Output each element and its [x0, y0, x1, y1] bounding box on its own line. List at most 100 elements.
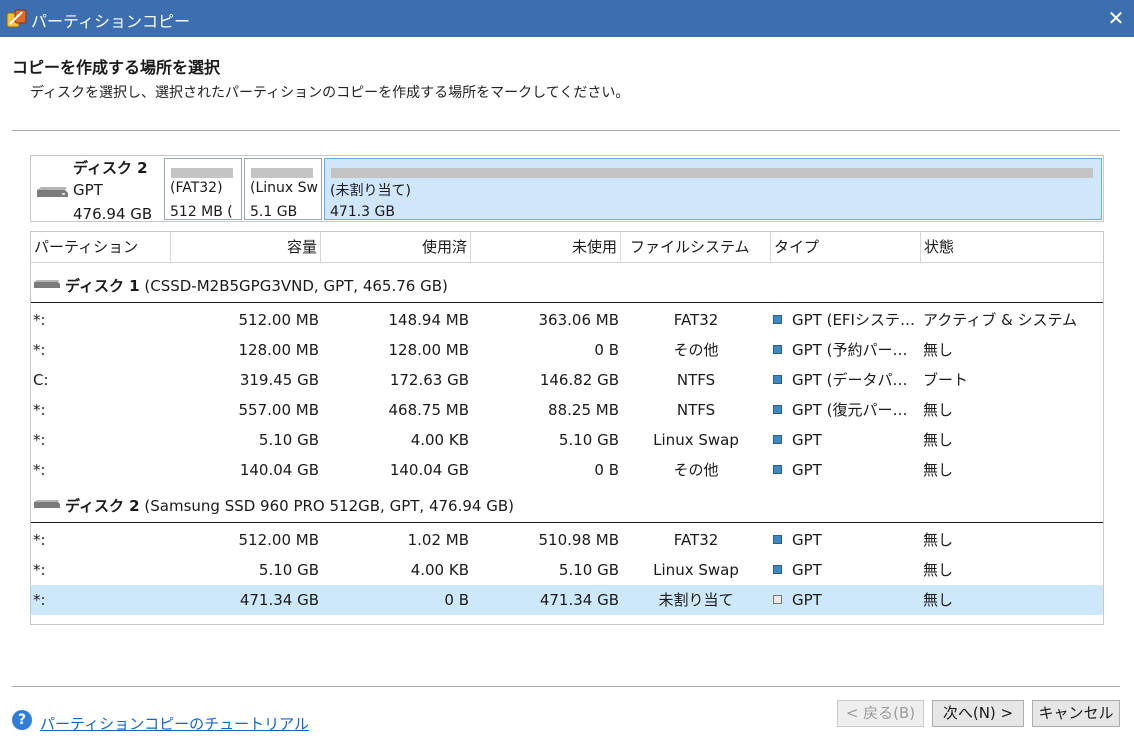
partition-color-icon: [773, 405, 782, 414]
cell-filesystem: NTFS: [676, 401, 716, 419]
column-header-type[interactable]: タイプ: [771, 232, 921, 263]
cell-unused: 363.06 MB: [538, 311, 620, 329]
partition-color-icon: [773, 435, 782, 444]
cell-type: GPT: [773, 455, 919, 485]
cell-used: 4.00 KB: [410, 431, 469, 449]
cell-type-text: GPT (データパ…: [792, 371, 908, 389]
cell-status: 無し: [923, 341, 954, 359]
partition-color-icon: [773, 315, 782, 324]
column-header-status[interactable]: 状態: [921, 232, 1103, 263]
page-title: コピーを作成する場所を選択: [12, 58, 221, 77]
cell-partition: *:: [33, 461, 46, 479]
cell-type: GPT: [773, 525, 919, 555]
partition-block-linux-swap[interactable]: (Linux Sw 5.1 GB: [244, 158, 322, 220]
cell-type: GPT: [773, 555, 919, 585]
table-row[interactable]: *: 512.00 MB 1.02 MB 510.98 MB FAT32 GPT…: [31, 525, 1103, 555]
cell-partition: *:: [33, 311, 46, 329]
table-row[interactable]: *: 5.10 GB 4.00 KB 5.10 GB Linux Swap GP…: [31, 555, 1103, 585]
disk-map-size: 476.94 GB: [73, 205, 153, 223]
table-row[interactable]: *: 128.00 MB 128.00 MB 0 B その他 GPT (予約パー…: [31, 335, 1103, 365]
hard-disk-icon: [37, 187, 68, 197]
cell-status: ブート: [923, 371, 969, 389]
cell-unused: 5.10 GB: [558, 431, 619, 449]
next-button[interactable]: 次へ(N) >: [932, 700, 1024, 727]
partition-color-icon: [773, 345, 782, 354]
page-instructions: ディスクを選択し、選択されたパーティションのコピーを作成する場所をマークしてくだ…: [30, 85, 630, 101]
help-icon[interactable]: ?: [12, 710, 32, 730]
table-row[interactable]: *: 557.00 MB 468.75 MB 88.25 MB NTFS GPT…: [31, 395, 1103, 425]
column-header-unused[interactable]: 未使用: [471, 232, 621, 263]
divider: [31, 522, 1103, 523]
cell-filesystem: FAT32: [673, 531, 719, 549]
cell-status: 無し: [923, 401, 954, 419]
cell-type-text: GPT (予約パー…: [792, 341, 908, 359]
cell-capacity: 140.04 GB: [239, 461, 319, 479]
disk-group-detail: (CSSD-M2B5GPG3VND, GPT, 465.76 GB): [139, 277, 448, 295]
cell-filesystem: Linux Swap: [653, 561, 739, 579]
cell-capacity: 471.34 GB: [239, 591, 319, 609]
column-header-capacity[interactable]: 容量: [171, 232, 321, 263]
partition-block-fat32[interactable]: (FAT32) 512 MB (: [164, 158, 242, 220]
cell-status: 無し: [923, 591, 954, 609]
cell-used: 140.04 GB: [389, 461, 469, 479]
cancel-button[interactable]: キャンセル: [1032, 700, 1120, 727]
app-logo-icon: [6, 9, 27, 28]
cell-unused: 0 B: [594, 341, 619, 359]
table-row[interactable]: *: 512.00 MB 148.94 MB 363.06 MB FAT32 G…: [31, 305, 1103, 335]
disk-map-type: GPT: [73, 181, 103, 199]
back-button[interactable]: < 戻る(B): [837, 700, 924, 727]
cell-capacity: 5.10 GB: [258, 431, 319, 449]
usage-bar: [251, 168, 313, 178]
disk-group-name: ディスク 2: [65, 497, 140, 515]
close-icon[interactable]: ✕: [1098, 0, 1134, 37]
cell-status: 無し: [923, 461, 954, 479]
cell-filesystem: Linux Swap: [653, 431, 739, 449]
column-header-partition[interactable]: パーティション: [31, 232, 171, 263]
hard-disk-icon: [34, 500, 60, 508]
partition-block-size: 471.3 GB: [330, 204, 395, 220]
cell-used: 0 B: [444, 591, 469, 609]
cell-type: GPT (EFIシステ…: [773, 305, 919, 335]
table-row-selected[interactable]: *: 471.34 GB 0 B 471.34 GB 未割り当て GPT 無し: [31, 585, 1103, 615]
partition-color-icon: [773, 565, 782, 574]
cell-type-text: GPT (復元パー…: [792, 401, 908, 419]
partition-table: パーティション 容量 使用済 未使用 ファイルシステム タイプ 状態 ディスク …: [30, 231, 1104, 625]
divider: [12, 686, 1120, 687]
partition-color-icon: [773, 375, 782, 384]
cell-partition: *:: [33, 401, 46, 419]
tutorial-link[interactable]: パーティションコピーのチュートリアル: [40, 713, 309, 734]
table-row[interactable]: *: 140.04 GB 140.04 GB 0 B その他 GPT 無し: [31, 455, 1103, 485]
cell-used: 128.00 MB: [388, 341, 470, 359]
cell-used: 468.75 MB: [388, 401, 470, 419]
table-row[interactable]: C: 319.45 GB 172.63 GB 146.82 GB NTFS GP…: [31, 365, 1103, 395]
cell-filesystem: 未割り当て: [658, 591, 734, 609]
partition-block-size: 512 MB (: [170, 204, 233, 220]
table-row[interactable]: *: 5.10 GB 4.00 KB 5.10 GB Linux Swap GP…: [31, 425, 1103, 455]
cell-capacity: 512.00 MB: [238, 531, 320, 549]
disk-group-name: ディスク 1: [65, 277, 140, 295]
title-bar: パーティションコピー ✕: [0, 0, 1134, 37]
partition-block-unallocated[interactable]: (未割り当て) 471.3 GB: [324, 158, 1102, 220]
cell-type: GPT (予約パー…: [773, 335, 919, 365]
cell-capacity: 512.00 MB: [238, 311, 320, 329]
cell-capacity: 319.45 GB: [239, 371, 319, 389]
cell-type-text: GPT: [792, 431, 822, 449]
cell-used: 148.94 MB: [388, 311, 470, 329]
cell-status: 無し: [923, 561, 954, 579]
divider: [31, 302, 1103, 303]
cell-type: GPT (復元パー…: [773, 395, 919, 425]
column-header-filesystem[interactable]: ファイルシステム: [621, 232, 771, 263]
cell-status: 無し: [923, 431, 954, 449]
cell-capacity: 5.10 GB: [258, 561, 319, 579]
cell-used: 1.02 MB: [407, 531, 469, 549]
cell-partition: *:: [33, 531, 46, 549]
cell-partition: *:: [33, 561, 46, 579]
usage-bar: [331, 168, 1093, 178]
cell-unused: 5.10 GB: [558, 561, 619, 579]
cell-type-text: GPT: [792, 461, 822, 479]
partition-block-fs: (Linux Sw: [250, 180, 318, 196]
cell-unused: 510.98 MB: [538, 531, 620, 549]
column-header-used[interactable]: 使用済: [321, 232, 471, 263]
cell-partition: C:: [33, 371, 49, 389]
usage-bar: [171, 168, 233, 178]
